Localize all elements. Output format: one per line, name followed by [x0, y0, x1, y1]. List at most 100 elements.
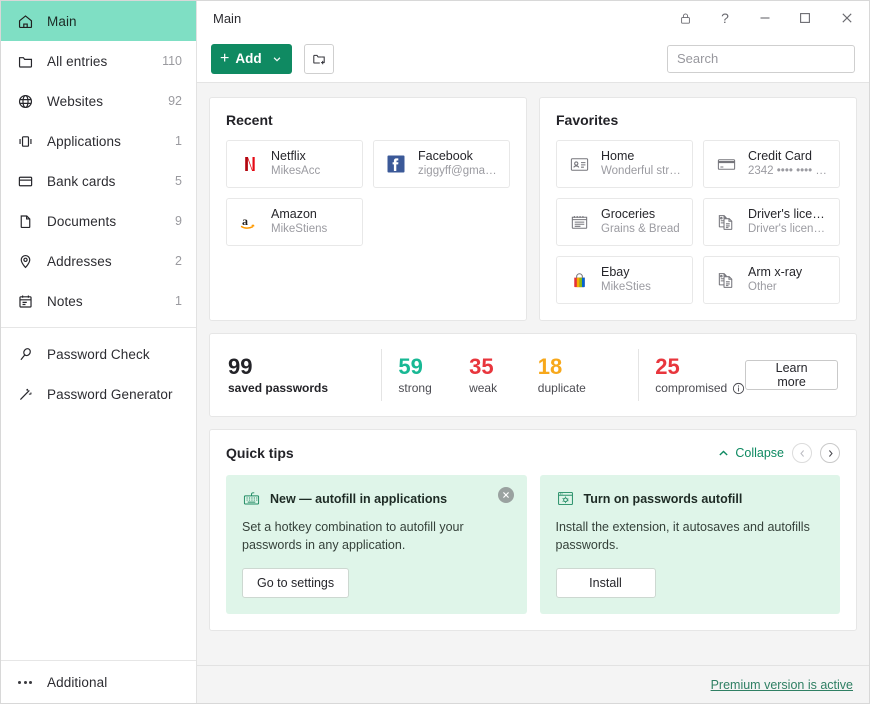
- sidebar-item-notes[interactable]: Notes 1: [1, 281, 196, 321]
- list-item[interactable]: Facebook ziggyff@gmail.com: [373, 140, 510, 188]
- list-item-text: Driver's license Driver's licenses: [748, 207, 829, 237]
- list-item-text: Netflix MikesAcc: [271, 149, 320, 179]
- main-area: Main ?: [197, 1, 869, 703]
- svg-text:a: a: [242, 214, 248, 228]
- list-item-title: Credit Card: [748, 149, 829, 164]
- tip-card-autofill-applications: New — autofill in applications Set a hot…: [226, 475, 527, 614]
- search-input[interactable]: [668, 46, 854, 72]
- list-item[interactable]: a Amazon MikeStiens: [226, 198, 363, 246]
- sidebar-item-addresses[interactable]: Addresses 2: [1, 241, 196, 281]
- password-stats-bar: 99 saved passwords 59 strong 35 weak 18 …: [209, 333, 857, 417]
- list-item[interactable]: Driver's license Driver's licenses: [703, 198, 840, 246]
- premium-version-link[interactable]: Premium version is active: [711, 678, 853, 692]
- favorites-panel: Favorites: [539, 97, 857, 321]
- sidebar-item-count: 2: [175, 254, 182, 268]
- learn-more-button[interactable]: Learn more: [745, 360, 838, 390]
- list-item-title: Amazon: [271, 207, 327, 222]
- list-item-title: Ebay: [601, 265, 651, 280]
- sidebar-item-all-entries[interactable]: All entries 110: [1, 41, 196, 81]
- quick-tips-controls: Collapse: [718, 443, 840, 463]
- minimize-icon[interactable]: [745, 1, 785, 35]
- sidebar-item-applications[interactable]: Applications 1: [1, 121, 196, 161]
- list-item[interactable]: Netflix MikesAcc: [226, 140, 363, 188]
- sidebar-item-label: Applications: [47, 134, 175, 149]
- documents-icon: [714, 268, 738, 292]
- maximize-icon[interactable]: [785, 1, 825, 35]
- list-item-text: Ebay MikeSties: [601, 265, 651, 295]
- stat-strong: 59 strong: [398, 354, 469, 396]
- sidebar-item-bank-cards[interactable]: Bank cards 5: [1, 161, 196, 201]
- chevron-down-icon: [272, 54, 282, 64]
- sidebar-item-websites[interactable]: Websites 92: [1, 81, 196, 121]
- identity-card-icon: [567, 152, 591, 176]
- chevron-left-icon[interactable]: [792, 443, 812, 463]
- stat-value: 35: [469, 354, 538, 380]
- stats-divider: [381, 349, 382, 401]
- close-circle-icon[interactable]: [498, 487, 514, 503]
- install-button[interactable]: Install: [556, 568, 656, 598]
- stat-label: compromised: [655, 380, 727, 396]
- list-item-text: Arm x-ray Other: [748, 265, 802, 295]
- sidebar-item-additional[interactable]: Additional: [1, 661, 196, 703]
- quick-tips-panel: Quick tips Collapse: [209, 429, 857, 631]
- key-icon: [15, 344, 35, 364]
- close-icon[interactable]: [825, 1, 869, 35]
- list-item-text: Facebook ziggyff@gmail.com: [418, 149, 499, 179]
- content-spacer: [209, 643, 857, 665]
- list-item-text: Amazon MikeStiens: [271, 207, 327, 237]
- app-window: Main All entries 110: [0, 0, 870, 704]
- tip-heading: Turn on passwords autofill: [584, 492, 743, 506]
- plus-icon: +: [220, 51, 229, 67]
- list-item-subtitle: MikeSties: [601, 280, 651, 295]
- list-item-subtitle: MikeStiens: [271, 222, 327, 237]
- search-box[interactable]: [667, 45, 855, 73]
- stat-value: 59: [398, 354, 469, 380]
- list-item[interactable]: Ebay MikeSties: [556, 256, 693, 304]
- sidebar-item-count: 5: [175, 174, 182, 188]
- collapse-button[interactable]: Collapse: [718, 446, 784, 460]
- list-item-title: Home: [601, 149, 682, 164]
- list-item[interactable]: Home Wonderful street...: [556, 140, 693, 188]
- tip-heading: New — autofill in applications: [270, 492, 447, 506]
- sidebar-item-main[interactable]: Main: [1, 1, 196, 41]
- list-item-title: Arm x-ray: [748, 265, 802, 280]
- list-item-subtitle: Wonderful street...: [601, 164, 682, 179]
- sidebar-item-password-generator[interactable]: Password Generator: [1, 374, 196, 414]
- sidebar-item-label: Notes: [47, 294, 175, 309]
- tip-body: Set a hotkey combination to autofill you…: [242, 518, 511, 554]
- lock-icon[interactable]: [665, 1, 705, 35]
- sidebar-item-documents[interactable]: Documents 9: [1, 201, 196, 241]
- list-item-title: Netflix: [271, 149, 320, 164]
- quick-tips-title: Quick tips: [226, 445, 294, 461]
- list-item[interactable]: Credit Card 2342 •••• •••• 4230: [703, 140, 840, 188]
- page-title: Main: [213, 11, 241, 26]
- recent-panel: Recent Netflix MikesAcc: [209, 97, 527, 321]
- sidebar-item-password-check[interactable]: Password Check: [1, 334, 196, 374]
- sidebar-item-label: Bank cards: [47, 174, 175, 189]
- sidebar-divider: [1, 327, 196, 328]
- new-folder-button[interactable]: [304, 44, 334, 74]
- list-item-text: Home Wonderful street...: [601, 149, 682, 179]
- info-icon[interactable]: [732, 382, 745, 395]
- chevron-right-icon[interactable]: [820, 443, 840, 463]
- stat-label: saved passwords: [228, 380, 365, 396]
- add-button[interactable]: + Add: [211, 44, 292, 74]
- toolbar: + Add: [197, 35, 869, 83]
- facebook-logo: [384, 152, 408, 176]
- stat-label: weak: [469, 380, 538, 396]
- bank-card-icon: [714, 152, 738, 176]
- list-item[interactable]: Arm x-ray Other: [703, 256, 840, 304]
- content-area: Recent Netflix MikesAcc: [197, 83, 869, 665]
- application-icon: [15, 131, 35, 151]
- list-item[interactable]: Groceries Grains & Bread: [556, 198, 693, 246]
- go-to-settings-button[interactable]: Go to settings: [242, 568, 349, 598]
- sidebar-item-label: Websites: [47, 94, 168, 109]
- quick-tips-header: Quick tips Collapse: [226, 443, 840, 463]
- netflix-logo: [237, 152, 261, 176]
- sidebar-item-label: Main: [47, 14, 182, 29]
- list-item-title: Facebook: [418, 149, 499, 164]
- sidebar-spacer: [1, 414, 196, 660]
- list-item-text: Groceries Grains & Bread: [601, 207, 680, 237]
- chevron-up-icon: [718, 448, 729, 459]
- help-icon[interactable]: ?: [705, 1, 745, 35]
